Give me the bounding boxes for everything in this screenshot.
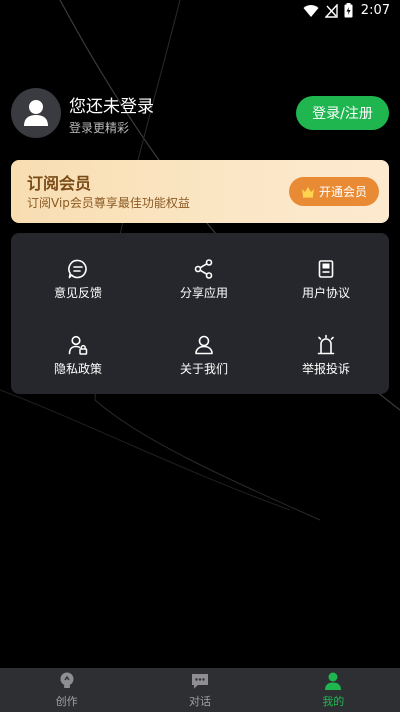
login-register-button[interactable]: 登录/注册 bbox=[296, 96, 389, 130]
menu-item-label: 意见反馈 bbox=[53, 286, 102, 300]
bulb-icon bbox=[60, 672, 74, 688]
crown-icon bbox=[301, 186, 314, 198]
battery-icon bbox=[344, 3, 353, 18]
agreement-icon bbox=[318, 260, 334, 278]
profile-header: 您还未登录 登录更精彩 登录/注册 bbox=[11, 88, 389, 140]
username-label[interactable]: 您还未登录 bbox=[69, 92, 154, 117]
menu-item-label: 用户协议 bbox=[301, 286, 350, 300]
report-icon bbox=[317, 334, 335, 355]
status-bar: 2:07 bbox=[0, 0, 400, 24]
cellular-signal-icon bbox=[324, 3, 338, 18]
tab-label: 我的 bbox=[322, 695, 345, 708]
tab-chat[interactable]: 对话 bbox=[133, 668, 266, 712]
tab-create[interactable]: 创作 bbox=[0, 668, 133, 712]
about-icon bbox=[195, 335, 213, 355]
status-time: 2:07 bbox=[360, 3, 390, 18]
tab-label: 对话 bbox=[188, 695, 211, 708]
menu-item-label: 关于我们 bbox=[179, 362, 228, 376]
tab-mine[interactable]: 我的 bbox=[267, 668, 400, 712]
menu-item-label: 分享应用 bbox=[179, 286, 228, 300]
menu-grid: 意见反馈 分享应用 用户协议 隐私政策 关于我们 举报投诉 bbox=[11, 233, 389, 394]
menu-item-label: 举报投诉 bbox=[301, 362, 350, 376]
menu-item-report[interactable]: 举报投诉 bbox=[263, 326, 389, 396]
menu-item-about[interactable]: 关于我们 bbox=[141, 326, 267, 396]
menu-item-privacy[interactable]: 隐私政策 bbox=[15, 326, 141, 396]
menu-item-agreement[interactable]: 用户协议 bbox=[263, 250, 389, 320]
menu-item-share[interactable]: 分享应用 bbox=[141, 250, 267, 320]
chat-icon bbox=[191, 674, 208, 689]
avatar[interactable] bbox=[11, 88, 61, 138]
vip-title: 订阅会员 bbox=[27, 174, 92, 193]
open-vip-button[interactable]: 开通会员 bbox=[289, 177, 379, 206]
profile-subtitle: 登录更精彩 bbox=[69, 121, 130, 135]
feedback-icon bbox=[68, 259, 87, 279]
privacy-icon bbox=[68, 335, 88, 355]
open-vip-label: 开通会员 bbox=[318, 185, 367, 199]
vip-description: 订阅Vip会员尊享最佳功能权益 bbox=[27, 196, 190, 210]
bottom-tab-bar: 创作 对话 我的 bbox=[0, 668, 400, 712]
menu-item-feedback[interactable]: 意见反馈 bbox=[15, 250, 141, 320]
tab-label: 创作 bbox=[55, 695, 78, 708]
user-icon bbox=[325, 672, 342, 690]
menu-item-label: 隐私政策 bbox=[53, 362, 102, 376]
wifi-icon bbox=[303, 4, 319, 17]
share-icon bbox=[194, 259, 213, 279]
user-avatar-icon bbox=[24, 100, 48, 126]
vip-subscription-card[interactable]: 订阅会员 订阅Vip会员尊享最佳功能权益 开通会员 bbox=[11, 160, 389, 223]
